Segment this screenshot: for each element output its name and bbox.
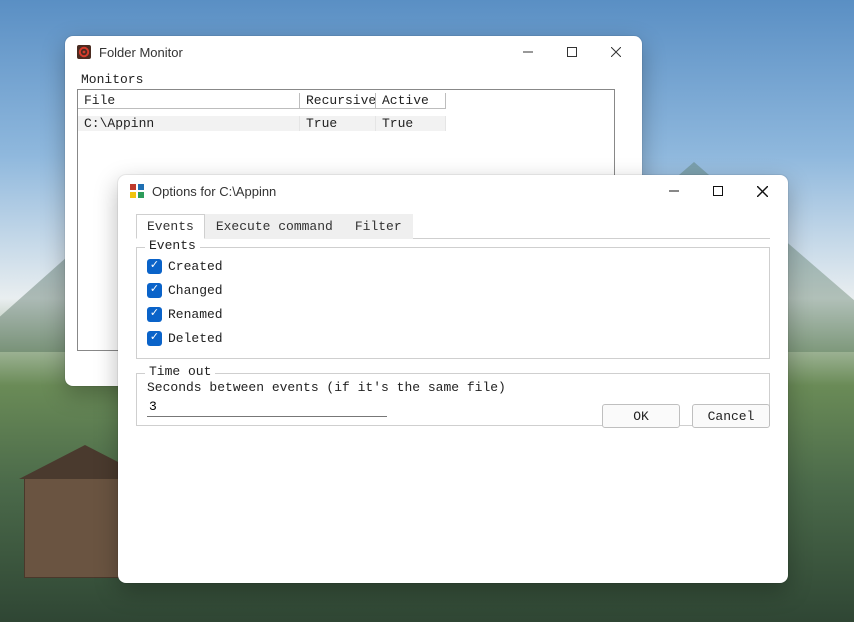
options-window: Options for C:\Appinn Events Execute com… [118, 175, 788, 583]
cell-active: True [376, 116, 446, 131]
checkbox-created[interactable] [147, 259, 162, 274]
checkbox-label: Deleted [168, 331, 223, 346]
timeout-input[interactable] [147, 397, 387, 417]
desktop-background: Folder Monitor Monitors File Recursive A… [0, 0, 854, 622]
checkbox-row: Renamed [147, 302, 759, 326]
checkbox-changed[interactable] [147, 283, 162, 298]
maximize-button[interactable] [550, 38, 594, 66]
window-title: Options for C:\Appinn [152, 184, 276, 199]
tab-execute-command[interactable]: Execute command [205, 214, 344, 239]
tab-filter[interactable]: Filter [344, 214, 413, 239]
timeout-legend: Time out [145, 364, 215, 379]
titlebar[interactable]: Folder Monitor [65, 36, 642, 68]
table-header: File Recursive Active [78, 90, 614, 112]
checkbox-label: Changed [168, 283, 223, 298]
checkbox-deleted[interactable] [147, 331, 162, 346]
app-icon [75, 43, 93, 61]
cell-recursive: True [300, 116, 376, 131]
minimize-button[interactable] [506, 38, 550, 66]
tab-events[interactable]: Events [136, 214, 205, 239]
tab-strip: Events Execute command Filter [136, 213, 770, 239]
table-row[interactable]: C:\Appinn True True [78, 112, 614, 134]
app-icon [128, 182, 146, 200]
dialog-button-row: OK Cancel [602, 404, 770, 428]
checkbox-label: Renamed [168, 307, 223, 322]
checkbox-row: Deleted [147, 326, 759, 350]
events-legend: Events [145, 238, 200, 253]
titlebar[interactable]: Options for C:\Appinn [118, 175, 788, 207]
timeout-hint: Seconds between events (if it's the same… [147, 380, 759, 395]
minimize-button[interactable] [652, 177, 696, 205]
col-active[interactable]: Active [376, 93, 446, 109]
monitors-label: Monitors [81, 72, 630, 87]
checkbox-renamed[interactable] [147, 307, 162, 322]
cell-file: C:\Appinn [78, 116, 300, 131]
window-title: Folder Monitor [99, 45, 183, 60]
maximize-button[interactable] [696, 177, 740, 205]
close-button[interactable] [594, 38, 638, 66]
cancel-button[interactable]: Cancel [692, 404, 770, 428]
checkbox-label: Created [168, 259, 223, 274]
col-file[interactable]: File [78, 93, 300, 109]
checkbox-row: Created [147, 254, 759, 278]
ok-button[interactable]: OK [602, 404, 680, 428]
col-recursive[interactable]: Recursive [300, 93, 376, 109]
close-button[interactable] [740, 177, 784, 205]
checkbox-row: Changed [147, 278, 759, 302]
events-group: Events Created Changed Renamed Deleted [136, 247, 770, 359]
